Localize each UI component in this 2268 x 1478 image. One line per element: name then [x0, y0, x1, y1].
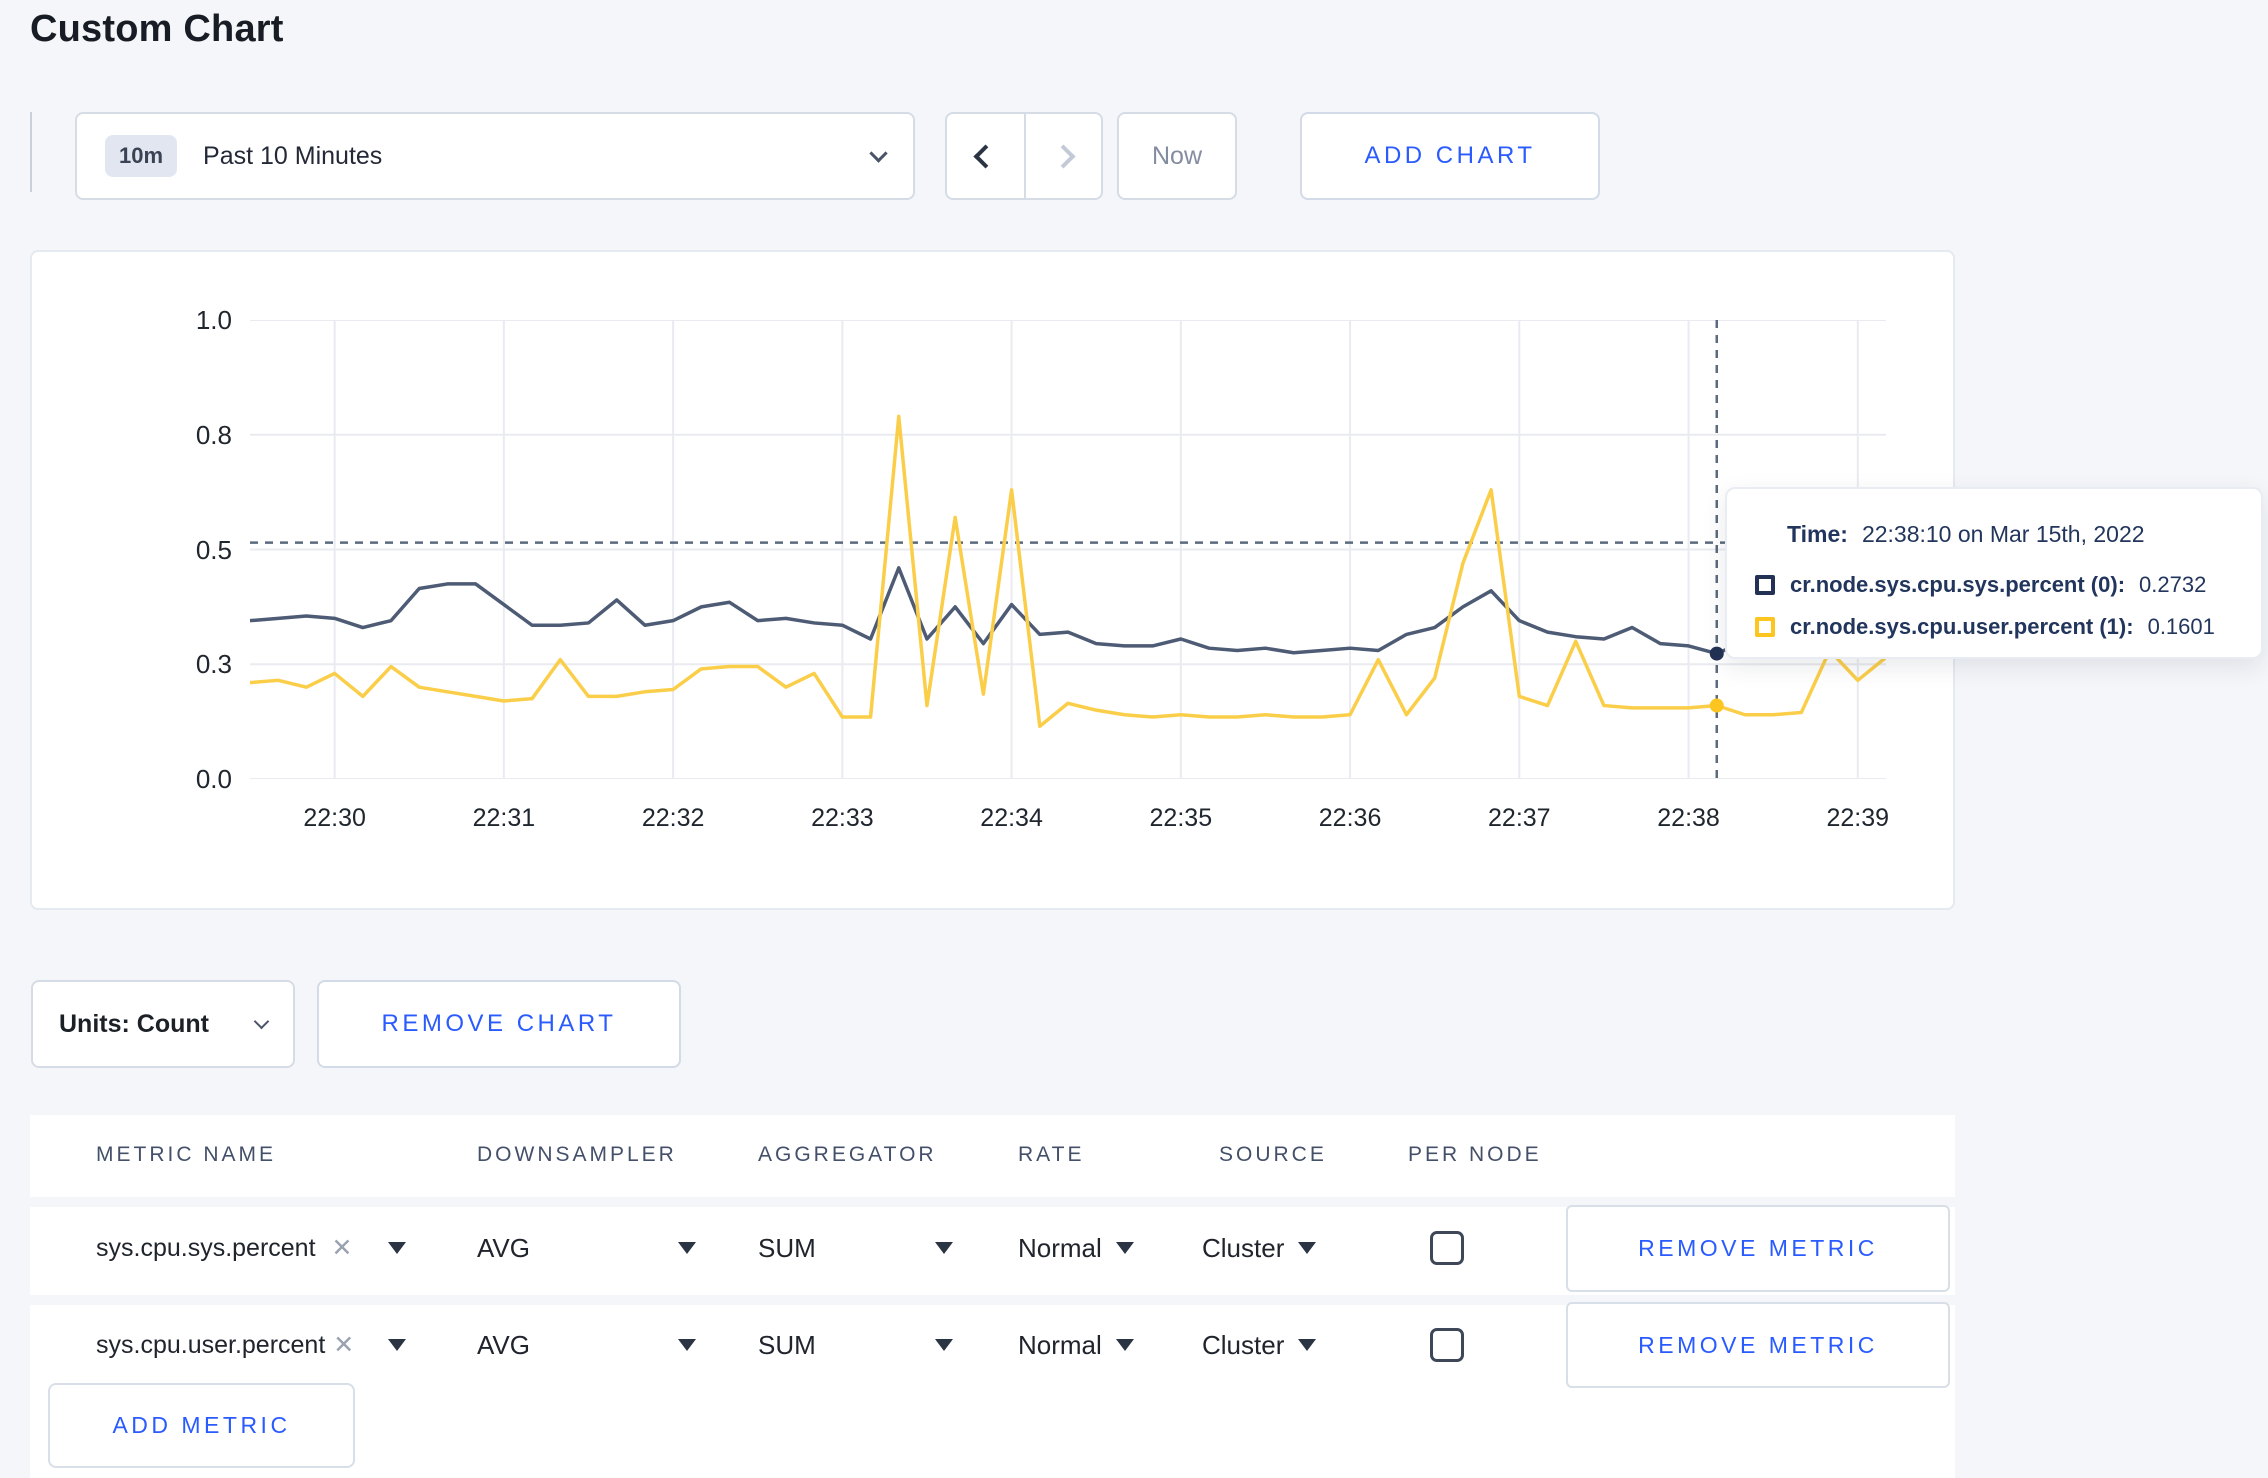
- time-nav-group: [945, 112, 1103, 200]
- tooltip-series-value: 0.2732: [2139, 572, 2207, 597]
- hover-dot-series-0: [1709, 646, 1724, 661]
- aggregator-value: SUM: [758, 1232, 816, 1263]
- caret-down-icon: [935, 1339, 953, 1351]
- col-header-downsampler: DOWNSAMPLER: [477, 1143, 677, 1166]
- series-line-0: [250, 566, 1886, 656]
- col-header-aggregator: AGGREGATOR: [758, 1143, 937, 1166]
- col-header-rate: RATE: [1018, 1143, 1085, 1166]
- downsampler-value: AVG: [477, 1232, 530, 1263]
- series-line-1: [250, 414, 1886, 728]
- next-time-button[interactable]: [1024, 114, 1101, 198]
- tooltip-series-label: cr.node.sys.cpu.sys.percent (0):: [1790, 572, 2126, 597]
- col-header-per-node: PER NODE: [1408, 1143, 1542, 1166]
- tooltip-time-row: Time: 22:38:10 on Mar 15th, 2022: [1787, 521, 2227, 548]
- caret-down-icon: [935, 1242, 953, 1254]
- units-label: Units: Count: [59, 1009, 209, 1038]
- source-select[interactable]: Cluster: [1202, 1225, 1317, 1271]
- time-range-label: Past 10 Minutes: [203, 141, 383, 170]
- chart-plot-area[interactable]: [250, 320, 1886, 779]
- chart-hover-tooltip: Time: 22:38:10 on Mar 15th, 2022 cr.node.…: [1725, 487, 2263, 659]
- units-dropdown[interactable]: Units: Count: [31, 980, 295, 1068]
- tooltip-series-row: cr.node.sys.cpu.sys.percent (0): 0.2732: [1755, 572, 2227, 598]
- caret-down-icon: [1115, 1242, 1134, 1254]
- source-value: Cluster: [1202, 1232, 1285, 1263]
- caret-down-icon: [678, 1339, 696, 1351]
- chevron-left-icon: [973, 143, 998, 169]
- remove-chart-button[interactable]: REMOVE CHART: [317, 980, 681, 1068]
- downsampler-select[interactable]: AVG: [477, 1322, 696, 1368]
- aggregator-value: SUM: [758, 1329, 816, 1360]
- custom-chart-page: Custom Chart 10m Past 10 Minutes Now ADD…: [0, 0, 2268, 1478]
- col-header-metric-name: METRIC NAME: [96, 1143, 276, 1166]
- x-axis-tick-label: 22:31: [472, 804, 536, 832]
- time-range-dropdown[interactable]: 10m Past 10 Minutes: [75, 112, 915, 200]
- source-value: Cluster: [1202, 1329, 1285, 1360]
- caret-down-icon: [1298, 1339, 1317, 1351]
- rate-select[interactable]: Normal: [1018, 1322, 1134, 1368]
- tooltip-series-row: cr.node.sys.cpu.user.percent (1): 0.1601: [1755, 614, 2227, 640]
- caret-down-icon: [678, 1242, 696, 1254]
- x-axis-tick-label: 22:32: [641, 804, 705, 832]
- time-window-badge: 10m: [105, 135, 178, 177]
- rate-value: Normal: [1018, 1329, 1102, 1360]
- rate-select[interactable]: Normal: [1018, 1225, 1134, 1271]
- caret-down-icon: [388, 1339, 406, 1351]
- chevron-right-icon: [1051, 143, 1076, 169]
- chevron-down-icon: [253, 1013, 270, 1029]
- x-axis-tick-label: 22:37: [1488, 804, 1551, 832]
- toolbar-left-divider: [30, 112, 32, 192]
- aggregator-select[interactable]: SUM: [758, 1225, 953, 1271]
- y-axis-tick-label: 1.0: [195, 305, 232, 335]
- x-axis-tick-label: 22:36: [1318, 804, 1382, 832]
- x-axis-tick-label: 22:39: [1826, 804, 1890, 832]
- y-axis-tick-label: 0.8: [195, 419, 232, 450]
- source-select[interactable]: Cluster: [1202, 1322, 1317, 1368]
- downsampler-value: AVG: [477, 1329, 530, 1360]
- metric-name-select[interactable]: sys.cpu.user.percent ✕: [96, 1322, 406, 1368]
- now-button[interactable]: Now: [1117, 112, 1237, 200]
- metrics-table: METRIC NAME DOWNSAMPLER AGGREGATOR RATE …: [30, 1115, 1955, 1478]
- series-swatch-icon: [1755, 617, 1775, 637]
- caret-down-icon: [1298, 1242, 1317, 1254]
- caret-down-icon: [1115, 1339, 1134, 1351]
- aggregator-select[interactable]: SUM: [758, 1322, 953, 1368]
- col-header-source: SOURCE: [1219, 1143, 1327, 1166]
- per-node-checkbox[interactable]: [1430, 1231, 1464, 1265]
- y-axis-tick-label: 0.5: [195, 534, 232, 565]
- add-metric-button[interactable]: ADD METRIC: [48, 1383, 355, 1468]
- rate-value: Normal: [1018, 1232, 1102, 1263]
- x-axis-tick-label: 22:38: [1657, 804, 1720, 832]
- metric-name-select[interactable]: sys.cpu.sys.percent ✕: [96, 1225, 406, 1271]
- tooltip-time-value: 22:38:10 on Mar 15th, 2022: [1861, 521, 2145, 547]
- series-swatch-icon: [1755, 575, 1775, 595]
- y-axis-tick-label: 0.3: [195, 649, 232, 680]
- metric-name-value: sys.cpu.user.percent: [96, 1330, 326, 1359]
- tooltip-series-label: cr.node.sys.cpu.user.percent (1):: [1790, 614, 2134, 639]
- downsampler-select[interactable]: AVG: [477, 1225, 696, 1271]
- hover-dot-series-1: [1709, 698, 1724, 713]
- prev-time-button[interactable]: [947, 114, 1024, 198]
- x-axis-tick-label: 22:35: [1149, 804, 1213, 832]
- x-axis-tick-label: 22:30: [303, 804, 366, 832]
- add-chart-button[interactable]: ADD CHART: [1300, 112, 1600, 200]
- x-axis-tick-label: 22:34: [980, 804, 1043, 832]
- remove-metric-button[interactable]: REMOVE METRIC: [1566, 1302, 1950, 1388]
- chart-card: 1.0 0.8 0.5 0.3 0.0 22:30 22:31 22:32 22:33 22:3…: [30, 250, 1955, 910]
- page-title: Custom Chart: [30, 8, 284, 50]
- clear-metric-icon[interactable]: ✕: [332, 1233, 353, 1263]
- remove-metric-button[interactable]: REMOVE METRIC: [1566, 1205, 1950, 1292]
- x-axis-tick-label: 22:33: [811, 804, 874, 832]
- metric-name-value: sys.cpu.sys.percent: [96, 1233, 316, 1262]
- clear-metric-icon[interactable]: ✕: [333, 1330, 354, 1360]
- caret-down-icon: [388, 1242, 406, 1254]
- y-axis-tick-label: 0.0: [195, 764, 232, 794]
- tooltip-series-value: 0.1601: [2147, 614, 2215, 639]
- chevron-down-icon: [869, 144, 888, 165]
- per-node-checkbox[interactable]: [1430, 1328, 1464, 1362]
- tooltip-time-label: Time:: [1787, 521, 1848, 547]
